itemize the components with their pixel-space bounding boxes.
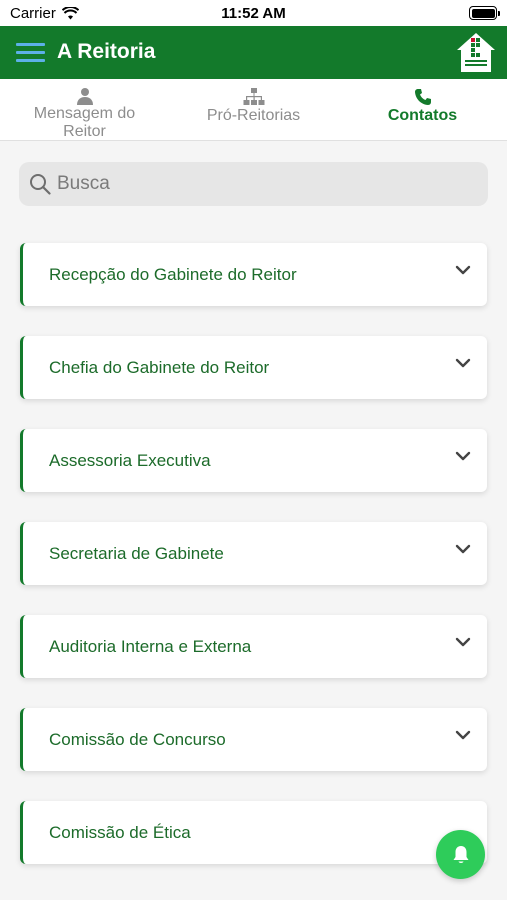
chevron-down-icon — [455, 265, 471, 275]
tab-label: Contatos — [387, 107, 458, 124]
tab-label: Mensagem do Reitor — [33, 105, 136, 140]
tab-contatos[interactable]: Contatos — [338, 79, 507, 140]
contact-item-label: Secretaria de Gabinete — [49, 543, 224, 563]
tab-bar: Mensagem do Reitor Pró-Reitorias Contato… — [0, 79, 507, 141]
status-bar: Carrier 11:52 AM — [0, 0, 507, 26]
clock: 11:52 AM — [221, 5, 286, 22]
contact-item-auditoria[interactable]: Auditoria Interna e Externa — [20, 615, 487, 678]
contact-item-comissao-etica[interactable]: Comissão de Ética — [20, 801, 487, 864]
instituto-federal-logo — [457, 33, 495, 72]
battery-icon — [469, 6, 500, 20]
chevron-down-icon — [455, 730, 471, 740]
tab-pro-reitorias[interactable]: Pró-Reitorias — [169, 79, 338, 140]
page-title: A Reitoria — [57, 40, 156, 63]
contact-item-label: Comissão de Concurso — [49, 729, 226, 749]
person-icon — [76, 88, 93, 105]
notifications-button[interactable] — [436, 830, 485, 879]
contact-item-recepcao[interactable]: Recepção do Gabinete do Reitor — [20, 243, 487, 306]
contact-item-label: Auditoria Interna e Externa — [49, 636, 252, 656]
bell-icon — [453, 845, 468, 863]
contact-item-label: Recepção do Gabinete do Reitor — [49, 264, 297, 284]
hamburger-menu-icon[interactable] — [16, 43, 45, 63]
chevron-down-icon — [455, 544, 471, 554]
contact-item-label: Comissão de Ética — [49, 822, 191, 842]
contact-item-label: Chefia do Gabinete do Reitor — [49, 357, 270, 377]
chevron-down-icon — [455, 637, 471, 647]
app-bar: A Reitoria — [0, 26, 507, 79]
search-input[interactable] — [57, 173, 457, 195]
contact-item-chefia[interactable]: Chefia do Gabinete do Reitor — [20, 336, 487, 399]
chevron-down-icon — [455, 451, 471, 461]
contact-item-assessoria[interactable]: Assessoria Executiva — [20, 429, 487, 492]
tab-label: Pró-Reitorias — [206, 107, 301, 124]
phone-icon — [414, 89, 431, 105]
contact-item-comissao-concurso[interactable]: Comissão de Concurso — [20, 708, 487, 771]
search-icon — [30, 174, 51, 195]
contact-item-secretaria[interactable]: Secretaria de Gabinete — [20, 522, 487, 585]
contact-item-label: Assessoria Executiva — [49, 450, 211, 470]
org-chart-icon — [243, 88, 264, 105]
contacts-list: Recepção do Gabinete do Reitor Chefia do… — [20, 243, 487, 894]
tab-mensagem-do-reitor[interactable]: Mensagem do Reitor — [0, 79, 169, 140]
chevron-down-icon — [455, 358, 471, 368]
search-bar[interactable] — [19, 162, 488, 206]
